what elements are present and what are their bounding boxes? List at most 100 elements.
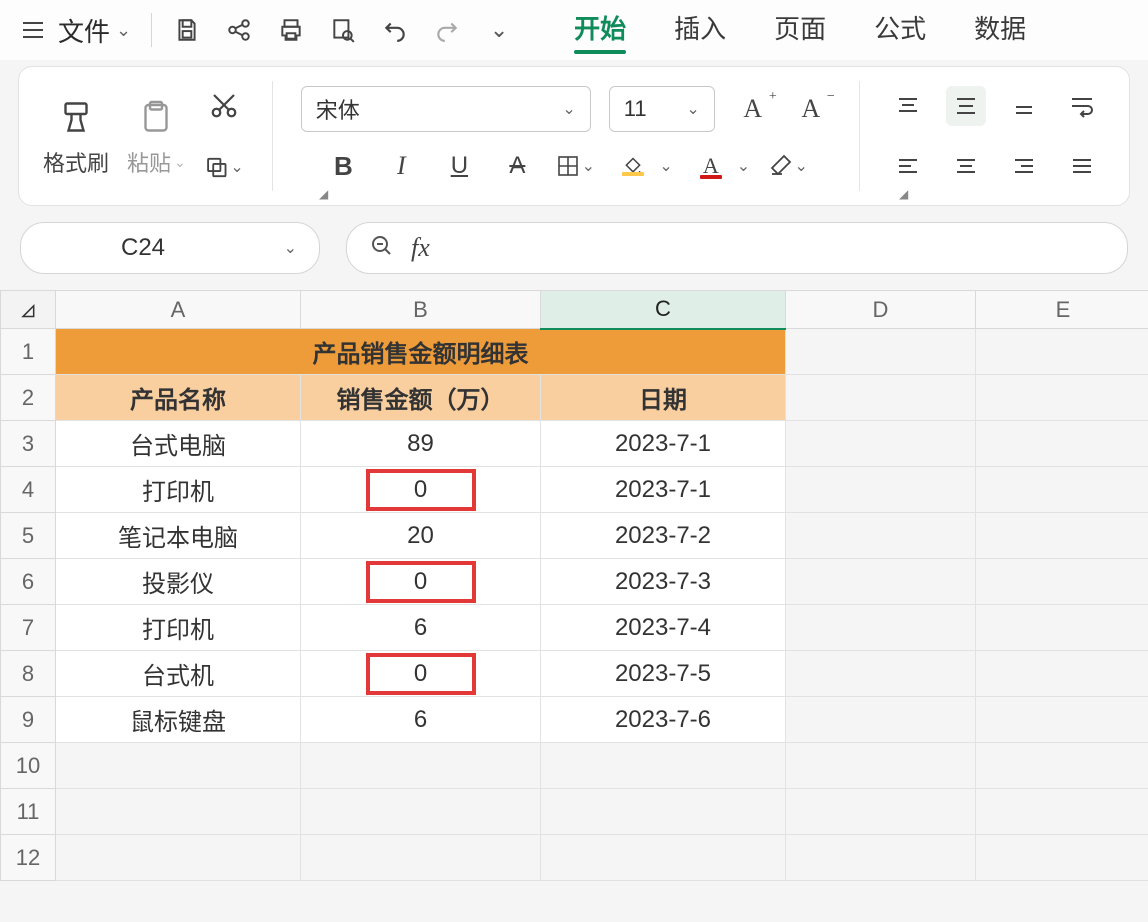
cell[interactable] [786, 559, 976, 605]
save-button[interactable] [172, 15, 202, 45]
cell[interactable] [786, 375, 976, 421]
row-header[interactable]: 4 [1, 467, 56, 513]
column-header-E[interactable]: E [976, 291, 1148, 329]
share-button[interactable] [224, 15, 254, 45]
date-cell[interactable]: 2023-7-5 [541, 651, 786, 697]
cell[interactable] [786, 697, 976, 743]
date-cell[interactable]: 2023-7-3 [541, 559, 786, 605]
hamburger-icon[interactable] [18, 20, 48, 40]
cell[interactable] [976, 375, 1148, 421]
amount-cell[interactable]: 0 [301, 651, 541, 697]
cell[interactable] [56, 789, 301, 835]
amount-cell[interactable]: 6 [301, 605, 541, 651]
font-color-button[interactable]: A [691, 146, 731, 186]
cell[interactable] [301, 835, 541, 881]
row-header[interactable]: 7 [1, 605, 56, 651]
cell[interactable] [976, 697, 1148, 743]
table-title[interactable]: 产品销售金额明细表 [56, 329, 786, 375]
cell[interactable] [56, 835, 301, 881]
cell[interactable] [976, 651, 1148, 697]
cell[interactable] [976, 835, 1148, 881]
paste-button[interactable] [133, 94, 179, 140]
cut-button[interactable] [204, 85, 244, 125]
cell[interactable] [56, 743, 301, 789]
cell[interactable] [786, 467, 976, 513]
column-header-A[interactable]: A [56, 291, 301, 329]
cell[interactable] [976, 743, 1148, 789]
name-box[interactable]: C24 ⌄ [20, 222, 320, 274]
date-cell[interactable]: 2023-7-6 [541, 697, 786, 743]
align-top-button[interactable] [888, 86, 928, 126]
align-justify-button[interactable] [1062, 146, 1102, 186]
font-name-select[interactable]: 宋体 ⌄ [301, 86, 591, 132]
cell[interactable] [976, 559, 1148, 605]
cell[interactable] [786, 789, 976, 835]
align-left-button[interactable] [888, 146, 928, 186]
product-name-cell[interactable]: 鼠标键盘 [56, 697, 301, 743]
column-header-B[interactable]: B [301, 291, 541, 329]
fill-color-dropdown[interactable]: ⌄ [659, 156, 672, 176]
product-name-cell[interactable]: 台式电脑 [56, 421, 301, 467]
tab-insert[interactable]: 插入 [674, 9, 726, 52]
row-header[interactable]: 12 [1, 835, 56, 881]
cell[interactable] [541, 789, 786, 835]
italic-button[interactable]: I [381, 146, 421, 186]
cell[interactable] [786, 421, 976, 467]
cell[interactable] [976, 467, 1148, 513]
decrease-font-button[interactable]: A− [791, 89, 831, 129]
format-painter-button[interactable] [53, 94, 99, 140]
redo-button[interactable] [432, 15, 462, 45]
amount-cell[interactable]: 0 [301, 559, 541, 605]
align-bottom-button[interactable] [1004, 86, 1044, 126]
row-header[interactable]: 3 [1, 421, 56, 467]
increase-font-button[interactable]: A+ [733, 89, 773, 129]
bold-button[interactable]: B [323, 146, 363, 186]
date-cell[interactable]: 2023-7-4 [541, 605, 786, 651]
product-name-cell[interactable]: 笔记本电脑 [56, 513, 301, 559]
qat-more-button[interactable]: ⌄ [484, 15, 514, 45]
cell[interactable] [976, 789, 1148, 835]
insert-function-icon[interactable] [369, 233, 393, 264]
select-all-corner[interactable]: ◿ [1, 291, 56, 329]
tab-page[interactable]: 页面 [774, 9, 826, 52]
cell[interactable] [976, 329, 1148, 375]
formula-bar[interactable]: fx [346, 222, 1128, 274]
product-name-cell[interactable]: 台式机 [56, 651, 301, 697]
grid[interactable]: ◿ A B C D E 1产品销售金额明细表2产品名称销售金额（万）日期3台式电… [0, 290, 1148, 881]
column-header-C[interactable]: C [541, 291, 786, 329]
cell[interactable] [301, 789, 541, 835]
cell[interactable] [786, 513, 976, 559]
fill-color-button[interactable] [613, 146, 653, 186]
font-color-dropdown[interactable]: ⌄ [737, 156, 750, 176]
cell[interactable] [301, 743, 541, 789]
date-cell[interactable]: 2023-7-2 [541, 513, 786, 559]
print-preview-button[interactable] [328, 15, 358, 45]
row-header[interactable]: 6 [1, 559, 56, 605]
row-header[interactable]: 2 [1, 375, 56, 421]
cell[interactable] [786, 651, 976, 697]
wrap-text-button[interactable] [1062, 86, 1102, 126]
amount-cell[interactable]: 6 [301, 697, 541, 743]
table-header-cell[interactable]: 销售金额（万） [301, 375, 541, 421]
tab-data[interactable]: 数据 [974, 9, 1026, 52]
row-header[interactable]: 11 [1, 789, 56, 835]
cell[interactable] [976, 605, 1148, 651]
column-header-D[interactable]: D [786, 291, 976, 329]
row-header[interactable]: 8 [1, 651, 56, 697]
table-header-cell[interactable]: 日期 [541, 375, 786, 421]
date-cell[interactable]: 2023-7-1 [541, 467, 786, 513]
font-size-select[interactable]: 11 ⌄ [609, 86, 715, 132]
undo-button[interactable] [380, 15, 410, 45]
amount-cell[interactable]: 20 [301, 513, 541, 559]
cell[interactable] [786, 605, 976, 651]
amount-cell[interactable]: 0 [301, 467, 541, 513]
row-header[interactable]: 1 [1, 329, 56, 375]
cell[interactable] [786, 329, 976, 375]
row-header[interactable]: 5 [1, 513, 56, 559]
borders-button[interactable]: ⌄ [555, 146, 595, 186]
product-name-cell[interactable]: 打印机 [56, 605, 301, 651]
underline-button[interactable]: U [439, 146, 479, 186]
row-header[interactable]: 10 [1, 743, 56, 789]
row-header[interactable]: 9 [1, 697, 56, 743]
print-button[interactable] [276, 15, 306, 45]
